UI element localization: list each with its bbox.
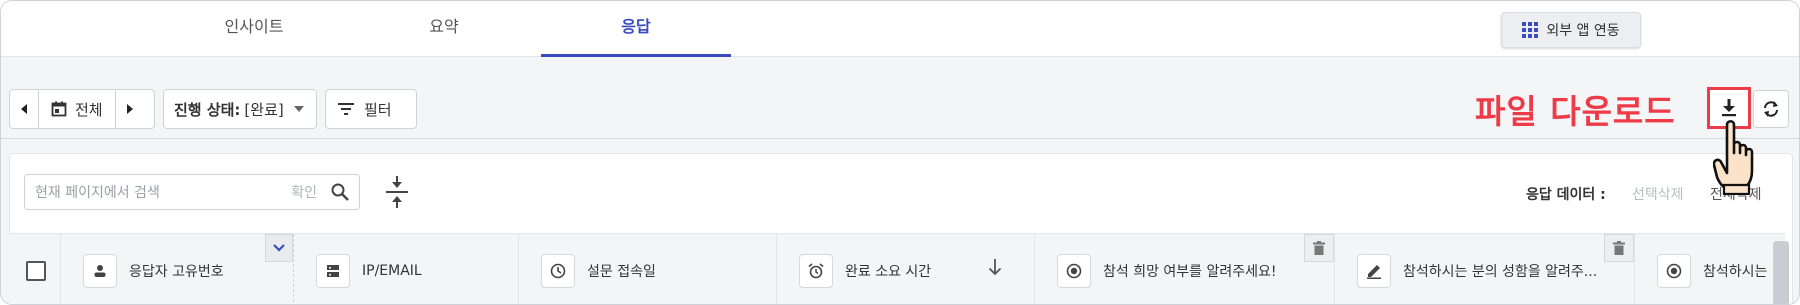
- tab-insight[interactable]: 인사이트: [159, 1, 349, 57]
- sort-descending-icon[interactable]: [988, 258, 1002, 276]
- external-app-label: 외부 앱 연동: [1546, 23, 1620, 39]
- toolbar-divider: [1, 138, 1799, 139]
- prev-period-button[interactable]: [10, 90, 38, 128]
- date-range-button[interactable]: 전체: [38, 90, 116, 128]
- column-label: 참석 희망 여부를 알려주세요!: [1103, 263, 1277, 280]
- vertical-scrollbar[interactable]: [1773, 241, 1789, 304]
- apps-grid-icon: [1522, 22, 1539, 38]
- delete-column-button[interactable]: [1304, 234, 1334, 262]
- column-label: 완료 소요 시간: [845, 263, 932, 280]
- caret-down-icon: [293, 106, 304, 112]
- column-label: 참석하시는: [1703, 263, 1768, 280]
- column-label: 응답자 고유번호: [129, 263, 224, 280]
- refresh-icon: [1764, 101, 1778, 117]
- column-header[interactable]: 완료 소요 시간: [777, 234, 1035, 304]
- external-app-button[interactable]: 외부 앱 연동: [1501, 12, 1641, 48]
- radio-icon: [1657, 253, 1691, 288]
- date-navigator: 전체: [9, 89, 155, 129]
- pencil-icon: [1357, 253, 1391, 288]
- column-header[interactable]: 참석 희망 여부를 알려주세요!: [1035, 234, 1335, 304]
- collapse-rows-icon[interactable]: [384, 176, 410, 208]
- search-icon[interactable]: [331, 183, 349, 201]
- alarm-icon: [799, 253, 833, 288]
- download-annotation: 파일 다운로드: [1475, 92, 1676, 131]
- select-all-checkbox[interactable]: [26, 260, 46, 281]
- column-label: 참석하시는 분의 성함을 알려주...: [1403, 263, 1598, 280]
- tab-responses[interactable]: 응답: [541, 1, 731, 57]
- select-delete-button[interactable]: 선택삭제: [1632, 184, 1684, 204]
- next-period-button[interactable]: [116, 90, 144, 128]
- search-confirm-button[interactable]: 확인: [291, 182, 317, 202]
- date-range-label: 전체: [75, 100, 103, 119]
- app-window: 인사이트 요약 응답 외부 앱 연동 전체 진행 상태: [완료] 필터 파일 …: [0, 0, 1800, 305]
- chevron-down-icon: [273, 244, 285, 252]
- search-input[interactable]: 현재 페이지에서 검색: [35, 182, 291, 202]
- pointer-hand-icon: [1713, 119, 1754, 195]
- column-header[interactable]: IP/EMAIL: [294, 234, 519, 304]
- column-header[interactable]: 응답자 고유번호: [61, 234, 294, 304]
- filter-icon: [338, 103, 354, 115]
- table-header: 응답자 고유번호 IP/EMAIL 설문 접속일 완료 소요 시간 참석 희망 …: [9, 233, 1785, 304]
- column-header[interactable]: 참석하시는: [1635, 234, 1785, 304]
- column-label: IP/EMAIL: [362, 262, 422, 279]
- filter-label: 필터: [364, 100, 392, 119]
- column-header[interactable]: 설문 접속일: [519, 234, 777, 304]
- status-select[interactable]: 진행 상태: [완료]: [163, 89, 317, 129]
- delete-column-button[interactable]: [1604, 234, 1634, 262]
- download-icon: [1722, 99, 1736, 117]
- radio-icon: [1057, 253, 1091, 288]
- response-data-label: 응답 데이터 :: [1526, 187, 1606, 203]
- tab-bar: 인사이트 요약 응답 외부 앱 연동: [1, 1, 1799, 57]
- server-icon: [316, 253, 350, 288]
- select-all-cell: [9, 234, 61, 304]
- status-prefix: 진행 상태:: [174, 100, 241, 119]
- caret-right-icon: [126, 104, 133, 114]
- tab-summary[interactable]: 요약: [349, 1, 539, 57]
- caret-left-icon: [21, 104, 27, 114]
- status-value: [완료]: [244, 100, 284, 119]
- page-search-box: 현재 페이지에서 검색 확인: [24, 174, 360, 210]
- clock-icon: [541, 253, 575, 288]
- trash-icon: [1613, 241, 1625, 255]
- filter-button[interactable]: 필터: [325, 89, 417, 129]
- column-header[interactable]: 참석하시는 분의 성함을 알려주...: [1335, 234, 1635, 304]
- column-menu-button[interactable]: [265, 234, 293, 262]
- column-label: 설문 접속일: [587, 263, 656, 280]
- calendar-icon: [51, 101, 67, 117]
- person-icon: [83, 253, 117, 288]
- trash-icon: [1313, 241, 1325, 255]
